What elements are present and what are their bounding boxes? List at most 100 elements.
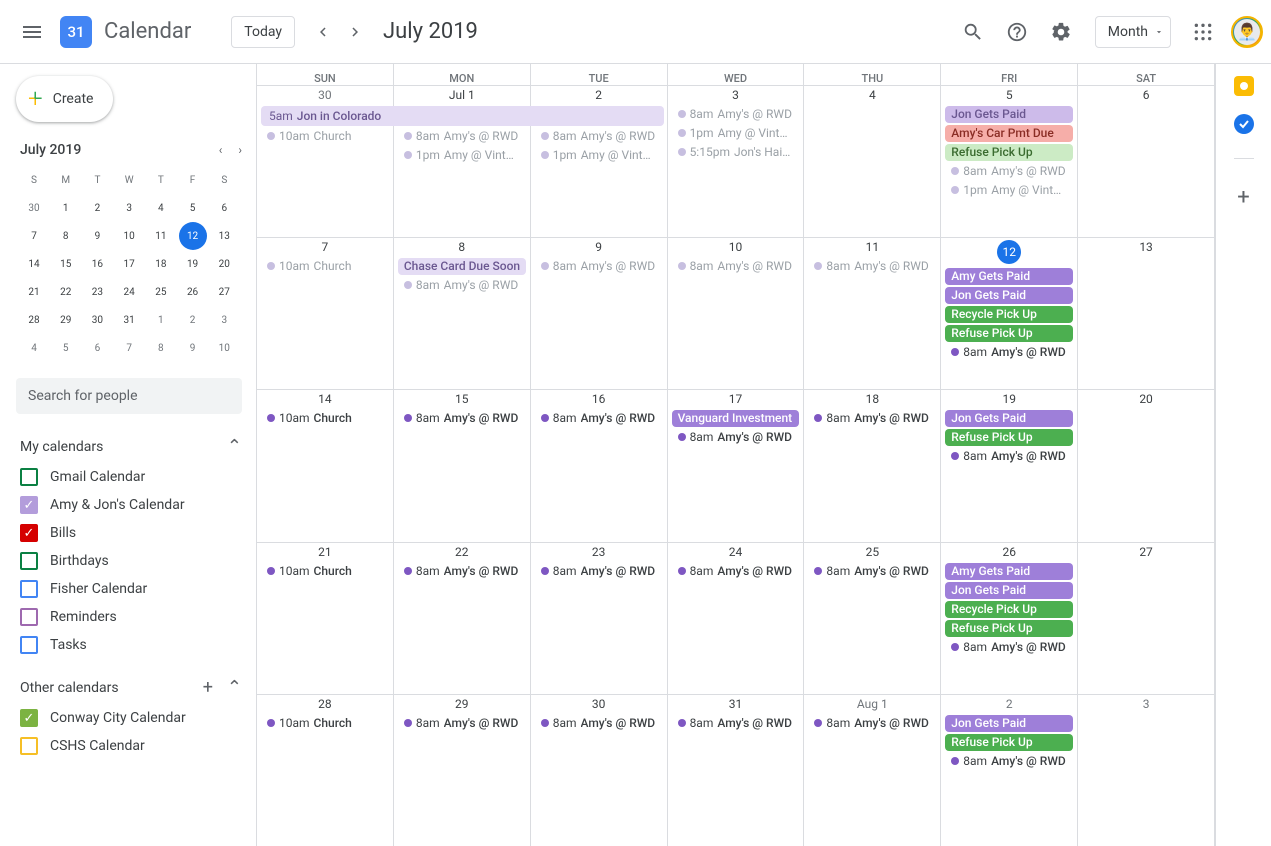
calendar-item[interactable]: Birthdays bbox=[20, 547, 242, 575]
mini-day[interactable]: 28 bbox=[20, 306, 48, 334]
event[interactable]: 8amAmy's @ RWD bbox=[945, 639, 1073, 656]
event[interactable]: Vanguard Investment bbox=[672, 410, 800, 427]
multi-day-event[interactable]: 5amJon in Colorado bbox=[261, 106, 664, 126]
event[interactable]: Refuse Pick Up bbox=[945, 620, 1073, 637]
day-number[interactable]: 29 bbox=[394, 695, 530, 715]
event[interactable]: 8amAmy's @ RWD bbox=[672, 715, 800, 732]
day-cell[interactable]: 318amAmy's @ RWD bbox=[668, 695, 805, 846]
event[interactable]: 8amAmy's @ RWD bbox=[398, 128, 526, 145]
event[interactable]: 8amAmy's @ RWD bbox=[808, 410, 936, 427]
day-cell[interactable]: 19Jon Gets PaidRefuse Pick Up8amAmy's @ … bbox=[941, 390, 1078, 541]
mini-day[interactable]: 6 bbox=[210, 194, 238, 222]
day-cell[interactable]: 12Amy Gets Paid Jon Gets Paid Recycle Pick… bbox=[941, 238, 1078, 389]
event[interactable]: 1pmAmy @ Vintage bbox=[945, 182, 1073, 199]
next-month-button[interactable] bbox=[339, 16, 371, 48]
settings-button[interactable] bbox=[1041, 12, 1081, 52]
day-cell[interactable]: 2Jon Gets PaidRefuse Pick Up8amAmy's @ R… bbox=[941, 695, 1078, 846]
day-number[interactable]: 30 bbox=[531, 695, 667, 715]
event[interactable]: 10amChurch bbox=[261, 715, 389, 732]
event[interactable]: 8amAmy's @ RWD bbox=[808, 258, 936, 275]
mini-day[interactable]: 9 bbox=[179, 334, 207, 362]
tasks-icon[interactable] bbox=[1234, 114, 1254, 134]
event[interactable]: 8amAmy's @ RWD bbox=[945, 163, 1073, 180]
day-cell[interactable]: 258amAmy's @ RWD bbox=[804, 543, 941, 694]
mini-day[interactable]: 13 bbox=[210, 222, 238, 250]
calendar-checkbox[interactable] bbox=[20, 468, 38, 486]
day-cell[interactable]: 20 bbox=[1078, 390, 1215, 541]
day-cell[interactable]: 238amAmy's @ RWD bbox=[531, 543, 668, 694]
mini-day[interactable]: 29 bbox=[52, 306, 80, 334]
day-number[interactable]: 7 bbox=[257, 238, 393, 258]
day-number[interactable]: 17 bbox=[668, 390, 804, 410]
day-number[interactable]: 27 bbox=[1078, 543, 1214, 563]
mini-day[interactable]: 2 bbox=[83, 194, 111, 222]
other-calendars-toggle[interactable]: Other calendars +⌃ bbox=[20, 671, 242, 704]
day-cell[interactable]: 17Vanguard Investment 8amAmy's @ RWD bbox=[668, 390, 805, 541]
mini-day[interactable]: 3 bbox=[115, 194, 143, 222]
day-number[interactable]: 16 bbox=[531, 390, 667, 410]
main-menu-button[interactable] bbox=[8, 8, 56, 56]
event[interactable]: Jon Gets Paid bbox=[945, 715, 1073, 732]
event[interactable]: Amy Gets Paid bbox=[945, 268, 1073, 285]
calendar-item[interactable]: Reminders bbox=[20, 603, 242, 631]
day-cell[interactable]: 27 bbox=[1078, 543, 1215, 694]
today-button[interactable]: Today bbox=[231, 16, 295, 48]
event[interactable]: 10amChurch bbox=[261, 563, 389, 580]
mini-day[interactable]: 14 bbox=[20, 250, 48, 278]
event[interactable]: 10amChurch bbox=[261, 410, 389, 427]
mini-day[interactable]: 12 bbox=[179, 222, 207, 250]
mini-day[interactable]: 16 bbox=[83, 250, 111, 278]
day-cell[interactable]: 26Amy Gets PaidJon Gets PaidRecycle Pick… bbox=[941, 543, 1078, 694]
mini-day[interactable]: 1 bbox=[147, 306, 175, 334]
calendar-checkbox[interactable]: ✓ bbox=[20, 496, 38, 514]
mini-day[interactable]: 6 bbox=[83, 334, 111, 362]
day-cell[interactable]: 1410amChurch bbox=[257, 390, 394, 541]
mini-day[interactable]: 5 bbox=[52, 334, 80, 362]
calendar-item[interactable]: Fisher Calendar bbox=[20, 575, 242, 603]
mini-day[interactable]: 30 bbox=[83, 306, 111, 334]
event[interactable]: Jon Gets Paid bbox=[945, 287, 1073, 304]
day-number[interactable]: Aug 1 bbox=[804, 695, 940, 715]
calendar-item[interactable]: ✓Bills bbox=[20, 519, 242, 547]
mini-day[interactable]: 20 bbox=[210, 250, 238, 278]
event[interactable]: 8amAmy's @ RWD bbox=[672, 429, 800, 446]
mini-day[interactable]: 10 bbox=[210, 334, 238, 362]
mini-day[interactable]: 23 bbox=[83, 278, 111, 306]
create-button[interactable]: + Create bbox=[16, 76, 113, 122]
google-apps-button[interactable] bbox=[1183, 12, 1223, 52]
mini-day[interactable]: 11 bbox=[147, 222, 175, 250]
calendar-checkbox[interactable] bbox=[20, 636, 38, 654]
day-cell[interactable]: 168amAmy's @ RWD bbox=[531, 390, 668, 541]
day-number[interactable]: 24 bbox=[668, 543, 804, 563]
day-cell[interactable]: 228amAmy's @ RWD bbox=[394, 543, 531, 694]
mini-day[interactable]: 1 bbox=[52, 194, 80, 222]
mini-day[interactable]: 31 bbox=[115, 306, 143, 334]
day-number[interactable]: 31 bbox=[668, 695, 804, 715]
event[interactable]: Refuse Pick Up bbox=[945, 325, 1073, 342]
mini-day[interactable]: 10 bbox=[115, 222, 143, 250]
mini-day[interactable]: 9 bbox=[83, 222, 111, 250]
day-cell[interactable]: 188amAmy's @ RWD bbox=[804, 390, 941, 541]
day-cell[interactable]: 710amChurch bbox=[257, 238, 394, 389]
event[interactable]: Recycle Pick Up bbox=[945, 601, 1073, 618]
event[interactable]: 8amAmy's @ RWD bbox=[672, 258, 800, 275]
mini-day[interactable]: 4 bbox=[147, 194, 175, 222]
event[interactable]: 8amAmy's @ RWD bbox=[535, 258, 663, 275]
mini-day[interactable]: 18 bbox=[147, 250, 175, 278]
event[interactable]: 8amAmy's @ RWD bbox=[535, 410, 663, 427]
day-number[interactable]: 5 bbox=[941, 86, 1077, 106]
calendar-item[interactable]: Gmail Calendar bbox=[20, 463, 242, 491]
event[interactable]: Amy's Car Pmt Due bbox=[945, 125, 1073, 142]
event[interactable]: Refuse Pick Up bbox=[945, 429, 1073, 446]
day-cell[interactable]: 3 bbox=[1078, 695, 1215, 846]
calendar-item[interactable]: ✓Amy & Jon's Calendar bbox=[20, 491, 242, 519]
day-number[interactable]: 18 bbox=[804, 390, 940, 410]
event[interactable]: Recycle Pick Up bbox=[945, 306, 1073, 323]
mini-day[interactable]: 2 bbox=[179, 306, 207, 334]
day-number[interactable]: 12 bbox=[941, 238, 1077, 268]
day-cell[interactable]: 5Jon Gets PaidAmy's Car Pmt DueRefuse Pi… bbox=[941, 86, 1078, 237]
day-number[interactable]: 21 bbox=[257, 543, 393, 563]
event[interactable]: 8amAmy's @ RWD bbox=[945, 448, 1073, 465]
mini-day[interactable]: 19 bbox=[179, 250, 207, 278]
mini-day[interactable]: 30 bbox=[20, 194, 48, 222]
